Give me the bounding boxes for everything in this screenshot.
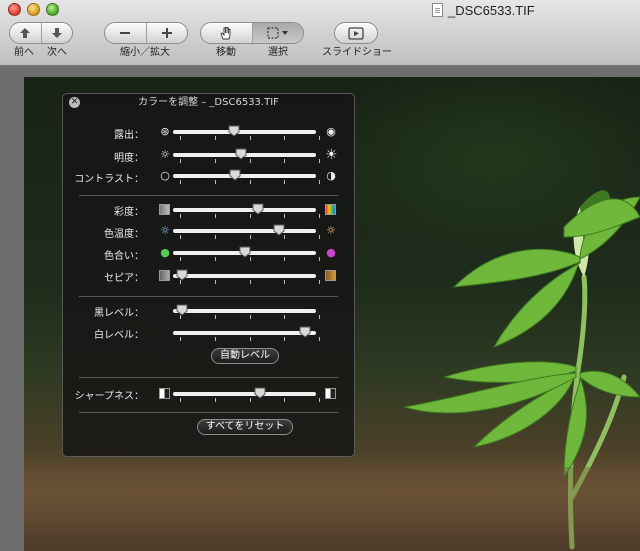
zoom-control (104, 22, 188, 44)
window-title: _DSC6533.TIF (448, 2, 535, 18)
sharpness-sharp-icon (325, 388, 336, 399)
cool-sun-icon: ☼ (160, 224, 170, 237)
white-level-slider-track[interactable] (173, 326, 316, 338)
toolbar: _DSC6533.TIF 前へ 次へ 縮小／拡大 移動 選択 スライドショー (0, 0, 640, 66)
sharpness-slider-track[interactable] (173, 387, 316, 399)
arrow-up-icon (20, 28, 31, 38)
sepia-label: セピア： (104, 273, 144, 284)
contrast-ticks (180, 180, 320, 184)
exposure-slider-track[interactable] (173, 125, 316, 137)
sepia-brown-icon (325, 270, 336, 281)
minus-icon (120, 32, 131, 34)
brightness-slider-track[interactable] (173, 148, 316, 160)
black-level-ticks (180, 315, 320, 319)
tint-slider-track[interactable] (173, 246, 316, 258)
sun-small-icon: ☼ (160, 148, 170, 161)
sharpness-slider-thumb[interactable] (254, 387, 266, 399)
contrast-slider-thumb[interactable] (229, 169, 241, 181)
sepia-slider-track[interactable] (173, 269, 316, 281)
tint-label: 色合い： (104, 251, 144, 262)
auto-levels-button[interactable]: 自動レベル (211, 348, 279, 364)
zoom-out-button[interactable] (105, 23, 146, 43)
prev-next-control (9, 22, 73, 44)
contrast-label: コントラスト： (74, 174, 144, 185)
plus-icon (161, 28, 172, 38)
saturation-slider-thumb[interactable] (252, 203, 264, 215)
arrow-down-icon (51, 28, 62, 38)
black-level-label: 黒レベル： (94, 308, 144, 319)
divider (79, 195, 338, 196)
magenta-dot-icon: ● (326, 246, 336, 259)
temperature-ticks (180, 235, 320, 239)
slideshow-icon (348, 26, 364, 40)
saturation-ticks (180, 214, 320, 218)
reset-all-button[interactable]: すべてをリセット (197, 419, 293, 435)
saturation-slider-track[interactable] (173, 203, 316, 215)
move-label: 移動 (216, 47, 236, 58)
warm-sun-icon: ☼ (326, 224, 336, 237)
tool-control (200, 22, 304, 44)
white-level-label: 白レベル： (94, 330, 144, 341)
sepia-slider-thumb[interactable] (176, 269, 188, 281)
aperture-open-icon: ◉ (326, 125, 336, 138)
select-label: 選択 (268, 47, 288, 58)
zoom-in-button[interactable] (145, 23, 188, 43)
panel-title: カラーを調整 – _DSC6533.TIF (138, 97, 279, 108)
contrast-low-icon: ○ (160, 169, 170, 182)
prev-label: 前へ (14, 47, 34, 58)
adjust-color-panel: ✕ カラーを調整 – _DSC6533.TIF 露出： ⊛ ◉ 明度： ☼ ☀ … (62, 93, 355, 457)
saturation-gray-icon (159, 204, 170, 215)
sharpness-soft-icon (159, 388, 170, 399)
saturation-label: 彩度： (114, 207, 144, 218)
divider (79, 296, 338, 297)
temperature-label: 色温度： (104, 229, 144, 240)
document-icon (432, 3, 443, 17)
saturation-color-icon (325, 204, 336, 215)
slideshow-button[interactable] (334, 22, 378, 44)
black-level-slider-thumb[interactable] (176, 304, 188, 316)
minimize-window-button[interactable] (27, 3, 40, 16)
sepia-ticks (180, 280, 320, 284)
slideshow-cell (335, 23, 377, 43)
contrast-slider-track[interactable] (173, 169, 316, 181)
brightness-label: 明度： (114, 153, 144, 164)
exposure-ticks (180, 136, 320, 140)
black-level-slider-track[interactable] (173, 304, 316, 316)
white-level-slider-thumb[interactable] (299, 326, 311, 338)
divider (79, 412, 338, 413)
sharpness-ticks (180, 398, 320, 402)
next-label: 次へ (47, 47, 67, 58)
aperture-closed-icon: ⊛ (160, 125, 170, 138)
move-tool-button[interactable] (201, 23, 252, 43)
prev-button[interactable] (10, 23, 41, 43)
brightness-ticks (180, 159, 320, 163)
brightness-slider-thumb[interactable] (235, 148, 247, 160)
exposure-slider-thumb[interactable] (228, 125, 240, 137)
selection-icon (267, 27, 288, 39)
zoom-window-button[interactable] (46, 3, 59, 16)
close-window-button[interactable] (8, 3, 21, 16)
slideshow-label: スライドショー (322, 47, 392, 58)
preview-window: _DSC6533.TIF 前へ 次へ 縮小／拡大 移動 選択 スライドショー ✕… (0, 0, 640, 551)
hand-icon (220, 27, 231, 40)
temperature-slider-track[interactable] (173, 224, 316, 236)
exposure-label: 露出： (114, 130, 144, 141)
next-button[interactable] (40, 23, 73, 43)
window-title-group: _DSC6533.TIF (432, 1, 535, 19)
zoom-label: 縮小／拡大 (120, 47, 170, 58)
contrast-high-icon: ◑ (326, 169, 336, 182)
sepia-gray-icon (159, 270, 170, 281)
select-tool-button[interactable] (251, 23, 303, 43)
tint-slider-thumb[interactable] (239, 246, 251, 258)
sharpness-label: シャープネス： (74, 391, 144, 402)
divider (79, 377, 338, 378)
temperature-slider-thumb[interactable] (273, 224, 285, 236)
sun-large-icon: ☀ (325, 147, 338, 163)
green-dot-icon: ● (160, 246, 170, 259)
